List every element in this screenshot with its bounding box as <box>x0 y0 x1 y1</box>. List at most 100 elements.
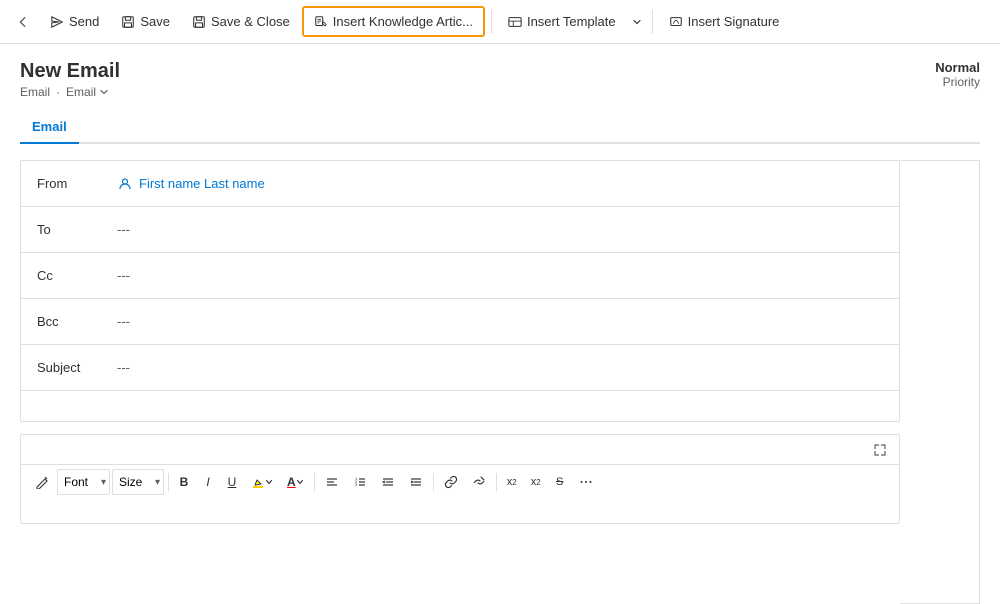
subject-label: Subject <box>37 360 117 375</box>
cc-row[interactable]: Cc --- <box>21 253 899 299</box>
insert-template-button[interactable]: Insert Template <box>498 8 626 35</box>
erase-format-button[interactable] <box>29 469 55 495</box>
email-title-section: New Email Email · Email <box>20 60 120 99</box>
subtitle-email1: Email <box>20 85 50 99</box>
font-color-button[interactable]: A <box>281 469 310 495</box>
indent-increase-icon <box>409 475 423 489</box>
insert-template-icon <box>508 15 522 29</box>
save-icon <box>121 15 135 29</box>
indent-decrease-button[interactable] <box>375 469 401 495</box>
superscript-button[interactable]: x2 <box>501 469 523 495</box>
font-color-label: A <box>287 475 296 489</box>
italic-button[interactable]: I <box>197 469 219 495</box>
highlight-icon <box>251 475 265 489</box>
email-subtitle: Email · Email <box>20 85 120 99</box>
to-value: --- <box>117 222 883 237</box>
email-form-section: From First name Last name To <box>20 144 900 604</box>
send-button[interactable]: Send <box>40 8 109 35</box>
strikethrough-button[interactable]: S <box>549 469 571 495</box>
editor-sep-4 <box>496 473 497 491</box>
more-options-icon <box>579 475 593 489</box>
save-button[interactable]: Save <box>111 8 180 35</box>
priority-section: Normal Priority <box>935 60 980 89</box>
more-options-button[interactable] <box>573 469 599 495</box>
person-icon <box>117 176 133 192</box>
toolbar-sep-1 <box>491 10 492 34</box>
bold-label: B <box>180 475 189 489</box>
underline-button[interactable]: U <box>221 469 243 495</box>
subtitle-email2: Email <box>66 85 96 99</box>
indent-increase-button[interactable] <box>403 469 429 495</box>
to-label: To <box>37 222 117 237</box>
expand-icon <box>873 443 887 457</box>
bcc-label: Bcc <box>37 314 117 329</box>
indent-decrease-icon <box>381 475 395 489</box>
svg-text:3: 3 <box>355 482 358 487</box>
priority-label: Normal <box>935 60 980 75</box>
to-row[interactable]: To --- <box>21 207 899 253</box>
insert-knowledge-label: Insert Knowledge Artic... <box>333 14 473 29</box>
insert-knowledge-button[interactable]: Insert Knowledge Artic... <box>302 6 485 37</box>
erase-icon <box>35 475 49 489</box>
highlight-button[interactable] <box>245 469 279 495</box>
font-select-wrapper: Font <box>57 469 110 495</box>
size-select-wrapper: Size <box>112 469 164 495</box>
unlink-button[interactable] <box>466 469 492 495</box>
highlight-dropdown-icon <box>265 478 273 486</box>
editor-sep-2 <box>314 473 315 491</box>
editor-toolbar: Font Size B <box>21 464 899 499</box>
send-label: Send <box>69 14 99 29</box>
from-label: From <box>37 176 117 191</box>
page-title: New Email <box>20 60 120 83</box>
email-type-chevron-icon <box>99 87 109 97</box>
send-icon <box>50 15 64 29</box>
bold-button[interactable]: B <box>173 469 195 495</box>
subject-value: --- <box>117 360 883 375</box>
bcc-value: --- <box>117 314 883 329</box>
save-label: Save <box>140 14 170 29</box>
ordered-list-button[interactable]: 1 2 3 <box>347 469 373 495</box>
email-form: From First name Last name To <box>20 160 900 422</box>
from-value[interactable]: First name Last name <box>117 176 883 192</box>
priority-value: Priority <box>935 75 980 89</box>
font-color-dropdown-icon <box>296 478 304 486</box>
insert-signature-button[interactable]: Insert Signature <box>659 8 790 35</box>
bcc-row[interactable]: Bcc --- <box>21 299 899 345</box>
insert-template-dropdown[interactable] <box>628 11 646 33</box>
email-type-dropdown[interactable]: Email <box>66 85 109 99</box>
align-left-icon <box>325 475 339 489</box>
underline-label: U <box>228 475 237 489</box>
sidebar-panel <box>900 160 980 604</box>
editor-expand-bar <box>21 435 899 464</box>
align-left-button[interactable] <box>319 469 345 495</box>
size-select[interactable]: Size <box>112 469 164 495</box>
font-select[interactable]: Font <box>57 469 110 495</box>
subtitle-dot: · <box>56 85 60 99</box>
main-layout: From First name Last name To <box>20 144 980 604</box>
insert-signature-icon <box>669 15 683 29</box>
subject-row[interactable]: Subject --- <box>21 345 899 391</box>
tab-email[interactable]: Email <box>20 111 79 144</box>
cc-value: --- <box>117 268 883 283</box>
save-close-button[interactable]: Save & Close <box>182 8 300 35</box>
content-area: New Email Email · Email Normal Priority … <box>0 44 1000 604</box>
insert-template-label: Insert Template <box>527 14 616 29</box>
editor-sep-3 <box>433 473 434 491</box>
back-button[interactable] <box>8 9 38 35</box>
main-toolbar: Send Save Save & Close Insert Knowledge … <box>0 0 1000 44</box>
back-icon <box>16 15 30 29</box>
ordered-list-icon: 1 2 3 <box>353 475 367 489</box>
subscript-button[interactable]: x2 <box>525 469 547 495</box>
insert-signature-label: Insert Signature <box>688 14 780 29</box>
insert-link-button[interactable] <box>438 469 464 495</box>
from-row: From First name Last name <box>21 161 899 207</box>
tabs: Email <box>20 111 980 144</box>
editor-area: Font Size B <box>20 434 900 524</box>
email-header: New Email Email · Email Normal Priority <box>20 60 980 99</box>
expand-button[interactable] <box>869 441 891 462</box>
chevron-down-icon <box>632 17 642 27</box>
toolbar-sep-2 <box>652 10 653 34</box>
unlink-icon <box>472 475 486 489</box>
cc-label: Cc <box>37 268 117 283</box>
body-row <box>21 391 899 421</box>
